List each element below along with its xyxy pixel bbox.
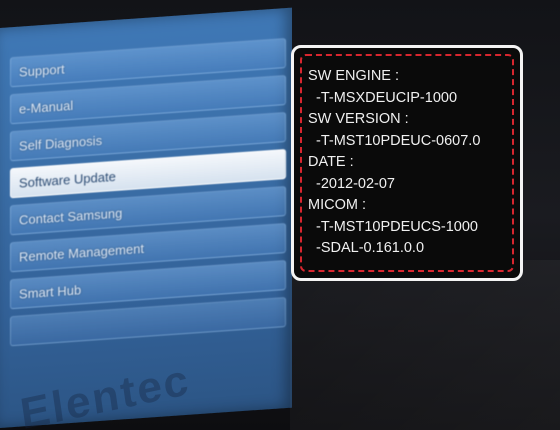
software-info-lines: SW ENGINE : -T-MSXDEUCIP-1000 SW VERSION…: [308, 66, 480, 260]
support-menu-list: Support e-Manual Self Diagnosis Software…: [10, 38, 286, 353]
software-info-box: SW ENGINE : -T-MSXDEUCIP-1000 SW VERSION…: [291, 45, 523, 281]
info-label-sw-version: SW VERSION :: [308, 111, 409, 127]
info-value-date: -2012-02-07: [316, 175, 395, 192]
tv-screen-photo: Support e-Manual Self Diagnosis Software…: [0, 0, 560, 430]
info-label-micom: MICOM :: [308, 197, 366, 213]
info-value-micom: -T-MST10PDEUCS-1000: [316, 218, 478, 235]
info-value-sdal: -SDAL-0.161.0.0: [316, 240, 425, 256]
info-value-sw-engine: -T-MSXDEUCIP-1000: [316, 89, 458, 106]
support-menu-panel: Support e-Manual Self Diagnosis Software…: [0, 7, 292, 430]
info-label-sw-engine: SW ENGINE :: [308, 68, 400, 84]
info-value-sw-version: -T-MST10PDEUC-0607.0: [316, 132, 481, 149]
screen-glare: [290, 260, 560, 430]
info-label-date: DATE :: [308, 154, 354, 170]
